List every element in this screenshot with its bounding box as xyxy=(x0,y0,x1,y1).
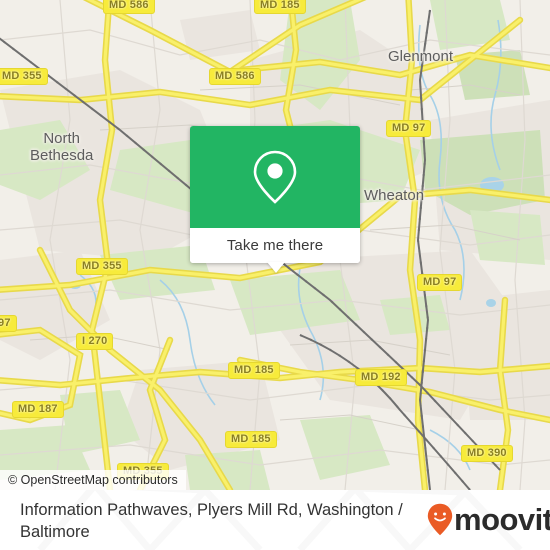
place-label-north-bethesda-line1: North xyxy=(43,130,81,147)
route-shield-md355-mid: MD 355 xyxy=(76,258,128,275)
route-shield-md390: MD 390 xyxy=(461,445,513,462)
route-shield-md185-lower: MD 185 xyxy=(225,431,277,448)
map-canvas[interactable]: .land { fill:#f2efe9; } .res { fill:#eae… xyxy=(0,0,550,490)
route-shield-md187: MD 187 xyxy=(12,401,64,418)
route-shield-md192: MD 192 xyxy=(355,369,407,386)
route-shield-md185-top: MD 185 xyxy=(254,0,306,14)
route-shield-97-edge: 97 xyxy=(0,315,17,332)
route-shield-md586-top: MD 586 xyxy=(103,0,155,14)
popup-image-area xyxy=(190,126,360,228)
location-popup-card[interactable]: Take me there xyxy=(190,126,360,273)
route-shield-md97-lower: MD 97 xyxy=(417,274,463,291)
location-title: Information Pathwaves, Plyers Mill Rd, W… xyxy=(20,501,403,541)
place-label-glenmont: Glenmont xyxy=(388,48,454,65)
map-pin-icon xyxy=(253,150,297,204)
take-me-there-button[interactable]: Take me there xyxy=(227,237,323,254)
route-shield-md185-mid: MD 185 xyxy=(228,362,280,379)
popup-pointer-tail xyxy=(267,262,285,273)
place-label-wheaton: Wheaton xyxy=(364,187,425,204)
moovit-wordmark: moovit xyxy=(454,501,550,537)
route-shield-md97-upper: MD 97 xyxy=(386,120,432,137)
popup-action-area[interactable]: Take me there xyxy=(190,228,360,263)
place-label-north-bethesda: North Bethesda xyxy=(30,130,93,164)
map-screenshot: .land { fill:#f2efe9; } .res { fill:#eae… xyxy=(0,0,550,550)
route-shield-i270: I 270 xyxy=(76,333,114,350)
moovit-logo[interactable]: moovit xyxy=(427,503,550,536)
osm-attribution[interactable]: © OpenStreetMap contributors xyxy=(0,470,186,490)
route-shield-md355-left: MD 355 xyxy=(0,68,48,85)
moovit-smiley-pin-icon xyxy=(427,503,453,536)
place-label-north-bethesda-line2: Bethesda xyxy=(30,147,94,164)
route-shield-md586-mid: MD 586 xyxy=(209,68,261,85)
